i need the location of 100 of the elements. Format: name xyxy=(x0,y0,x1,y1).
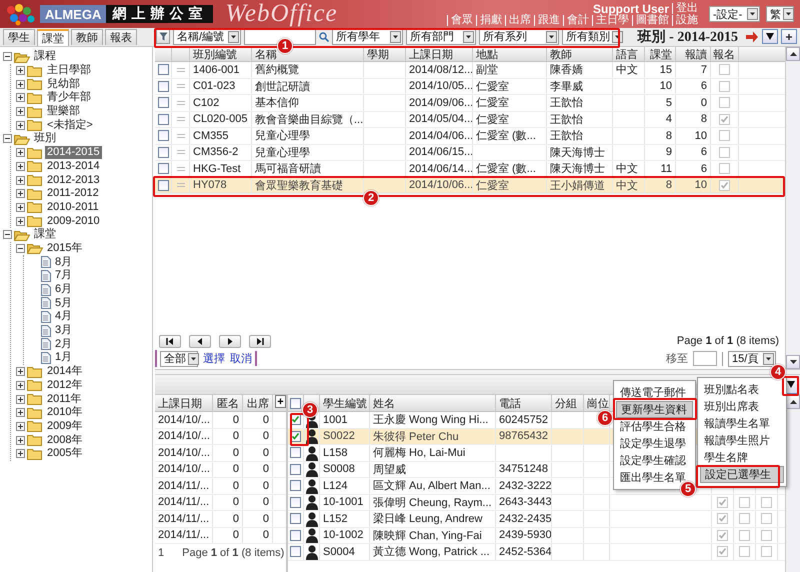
tab[interactable]: 學生 xyxy=(3,29,35,45)
nav-link[interactable]: 主日學 xyxy=(592,14,632,26)
drag-handle-icon[interactable] xyxy=(176,66,184,73)
drag-handle-icon[interactable] xyxy=(176,116,184,122)
tree-toggle-icon[interactable] xyxy=(16,162,25,171)
drag-handle-icon[interactable] xyxy=(176,83,184,90)
tab[interactable]: 報表 xyxy=(105,29,137,45)
up-arrow-icon[interactable] xyxy=(790,52,796,56)
tree-item[interactable]: 青少年部 xyxy=(45,91,93,104)
tree-item[interactable]: 1月 xyxy=(53,351,74,364)
table-row[interactable]: CL020-005 教會音樂曲目綜覽（... 2014/05/04... 仁愛室 王歆怡 4 8 xyxy=(155,112,785,128)
tree-item[interactable]: 聖樂部 xyxy=(45,105,82,118)
tab[interactable]: 教師 xyxy=(71,29,103,45)
checkbox[interactable] xyxy=(719,80,730,92)
tree-item[interactable]: 2011-2012 xyxy=(45,187,101,200)
tree-toggle-icon[interactable] xyxy=(16,367,25,376)
tree-item[interactable]: 2014-2015 xyxy=(45,146,102,160)
table-row[interactable]: 10-1002 陳映輝 Chan, Ying-Fai 2439-5930 xyxy=(288,528,785,544)
checkbox[interactable] xyxy=(158,114,168,125)
drag-handle-icon[interactable] xyxy=(176,149,184,156)
tree-toggle-icon[interactable] xyxy=(16,449,25,458)
tree-toggle-icon[interactable] xyxy=(16,436,25,445)
previous-page-button[interactable] xyxy=(189,334,211,348)
tree-item[interactable]: 2013-2014 xyxy=(45,160,102,173)
table-row[interactable]: S0004 黃立德 Wong, Patrick ... 2452-5364 xyxy=(288,544,785,560)
checkbox[interactable] xyxy=(158,80,168,92)
column-header[interactable]: 分組 xyxy=(552,395,584,411)
search-icon[interactable] xyxy=(319,32,329,42)
first-page-button[interactable] xyxy=(159,334,181,348)
column-header[interactable]: 學生編號 xyxy=(320,395,370,411)
tree-toggle-icon[interactable] xyxy=(16,80,25,89)
tree-item[interactable]: 5月 xyxy=(53,296,74,310)
table-row[interactable]: CM356-2 兒童心理學 2014/06/15... 陳天海博士 9 6 xyxy=(155,144,785,161)
column-header[interactable]: 班別編號 xyxy=(190,47,252,61)
tree-toggle-icon[interactable] xyxy=(16,93,25,102)
checkbox[interactable] xyxy=(761,513,772,524)
checkbox[interactable] xyxy=(717,546,728,558)
menu-item[interactable]: 班別點名表 xyxy=(700,381,784,398)
table-row[interactable]: CM355 兒童心理學 2014/04/06... 仁愛室 (數... 王歆怡 8 10 xyxy=(155,128,785,144)
column-header[interactable]: 課堂 xyxy=(645,47,676,61)
checkbox[interactable] xyxy=(719,180,730,191)
drag-handle-icon[interactable] xyxy=(176,182,184,188)
tree-item[interactable]: 兒幼部 xyxy=(45,78,82,91)
tree-toggle-icon[interactable] xyxy=(16,148,25,158)
scrollbar[interactable] xyxy=(785,395,800,572)
dropdown-button[interactable] xyxy=(762,29,778,44)
scope-select[interactable]: 全部 xyxy=(160,350,198,366)
checkbox[interactable] xyxy=(717,496,728,508)
checkbox[interactable] xyxy=(739,546,750,558)
tree-toggle-icon[interactable] xyxy=(16,176,25,185)
drag-handle-icon[interactable] xyxy=(176,100,184,106)
menu-item[interactable]: 更新學生資料 xyxy=(616,401,693,418)
down-arrow-icon[interactable] xyxy=(790,360,796,364)
tree-item[interactable]: 2012年 xyxy=(45,378,84,392)
checkbox[interactable] xyxy=(290,546,301,558)
checkbox[interactable] xyxy=(717,513,728,524)
table-row[interactable]: L152 梁日峰 Leung, Andrew 2432-2435 xyxy=(288,511,785,528)
tree-item[interactable]: 2010-2011 xyxy=(45,200,101,214)
add-button[interactable]: + xyxy=(275,395,286,408)
checkbox[interactable] xyxy=(290,447,301,458)
checkbox[interactable] xyxy=(158,97,168,108)
checkbox[interactable] xyxy=(719,130,730,142)
tree-toggle-icon[interactable] xyxy=(3,52,12,62)
column-header[interactable]: 報讀 xyxy=(676,47,711,61)
drag-handle-icon[interactable] xyxy=(176,132,184,139)
tree-toggle-icon[interactable] xyxy=(3,230,12,240)
tree-toggle-icon[interactable] xyxy=(16,66,25,76)
checkbox[interactable] xyxy=(158,146,168,158)
tree-toggle-icon[interactable] xyxy=(3,134,12,144)
column-header[interactable]: 上課日期 xyxy=(406,47,473,61)
checkbox[interactable] xyxy=(739,530,750,541)
checkbox[interactable] xyxy=(158,180,168,191)
checkbox[interactable] xyxy=(290,496,301,508)
checkbox[interactable] xyxy=(158,163,168,174)
tree-item[interactable]: 2015年 xyxy=(45,242,84,255)
table-row[interactable]: 10-1001 張偉明 Cheung, Raym... 2643-3443 xyxy=(288,494,785,511)
tree-item[interactable]: 3月 xyxy=(53,324,74,338)
scrollbar[interactable] xyxy=(785,47,800,369)
tree-item[interactable]: 2008年 xyxy=(45,434,84,447)
checkbox[interactable] xyxy=(761,546,772,558)
tree-item[interactable]: 2009年 xyxy=(45,420,84,433)
select-all-checkbox[interactable] xyxy=(290,398,301,408)
checkbox[interactable] xyxy=(761,530,772,541)
drag-handle-icon[interactable] xyxy=(176,166,184,172)
tree-item[interactable]: 2011年 xyxy=(45,392,84,406)
tree-item[interactable]: 8月 xyxy=(53,256,74,269)
table-row[interactable]: 1406-001 舊約概覽 2014/08/12... 副堂 陳香嬌 中文 15 7 xyxy=(155,62,785,78)
tree-item[interactable]: 2009-2010 xyxy=(45,214,102,228)
select-link[interactable]: 選擇 xyxy=(203,351,225,366)
checkbox[interactable] xyxy=(290,480,301,492)
nav-link[interactable]: 設施 xyxy=(672,14,701,26)
checkbox[interactable] xyxy=(290,513,301,524)
tree-item[interactable]: 4月 xyxy=(53,310,74,324)
tree-toggle-icon[interactable] xyxy=(16,422,25,431)
cancel-link[interactable]: 取消 xyxy=(230,351,257,366)
last-page-button[interactable] xyxy=(249,334,271,348)
checkbox[interactable] xyxy=(290,464,301,475)
checkbox[interactable] xyxy=(719,64,730,76)
language-select[interactable]: 繁 xyxy=(766,6,794,22)
menu-item[interactable]: 班別出席表 xyxy=(700,398,784,415)
